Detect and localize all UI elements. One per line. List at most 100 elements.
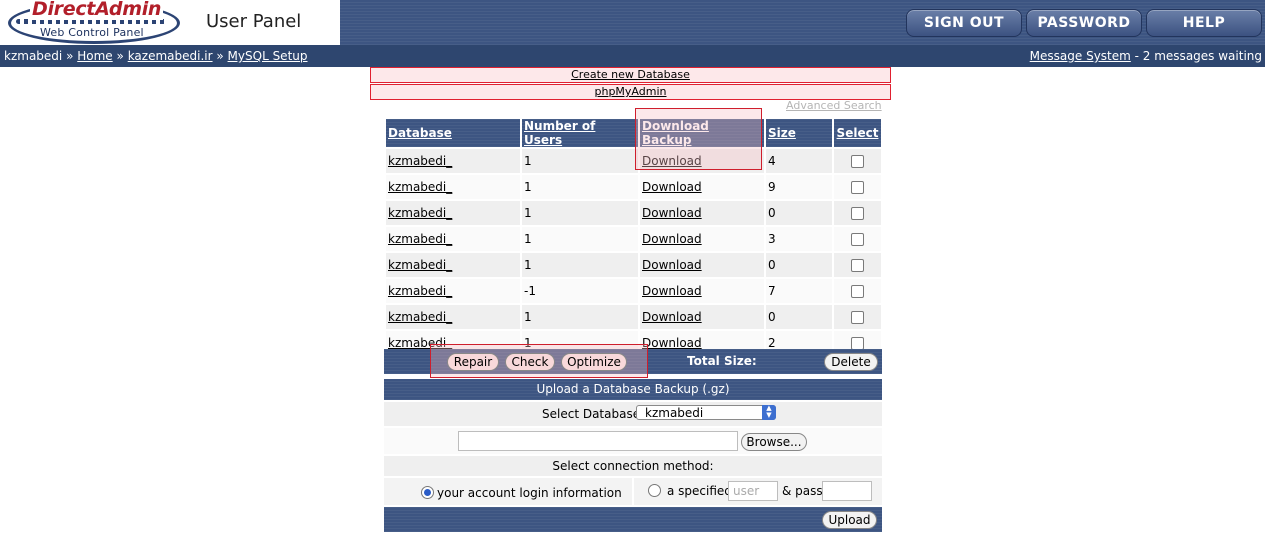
specified-pass-input[interactable]: [822, 481, 872, 501]
col-users: Number of Users: [522, 119, 638, 147]
download-link[interactable]: Download: [642, 310, 702, 324]
password-button[interactable]: PASSWORD: [1026, 9, 1142, 37]
user-count: 1: [522, 305, 638, 329]
table-row: kzmabedi_ 1 Download 0: [386, 253, 881, 277]
table-header-row: Database Number of Users Download Backup…: [386, 119, 881, 147]
database-link[interactable]: kzmabedi_: [388, 180, 452, 194]
table-row: kzmabedi_ 1 Download 0: [386, 201, 881, 225]
breadcrumb-separator: »: [66, 49, 74, 63]
phpmyadmin-row: phpMyAdmin: [370, 84, 891, 100]
download-link[interactable]: Download: [642, 232, 702, 246]
database-select[interactable]: kzmabedi ▲ ▼: [636, 405, 776, 420]
sort-database-link[interactable]: Database: [388, 126, 452, 140]
breadcrumb-user: kzmabedi: [4, 49, 63, 63]
account-login-radio[interactable]: [421, 486, 434, 499]
pass-label: & pass: [782, 484, 823, 498]
db-size: 4: [766, 149, 832, 173]
message-system-link[interactable]: Message System: [1030, 49, 1131, 63]
table-row: kzmabedi_ -1 Download 7: [386, 279, 881, 303]
download-link[interactable]: Download: [642, 336, 702, 350]
user-count: 1: [522, 201, 638, 225]
logo[interactable]: DirectAdmin Web Control Panel User Panel: [0, 0, 340, 45]
repair-button[interactable]: Repair: [447, 353, 499, 371]
breadcrumb-mysql-link[interactable]: MySQL Setup: [228, 49, 308, 63]
help-button[interactable]: HELP: [1146, 9, 1262, 37]
breadcrumb-separator: »: [216, 49, 224, 63]
download-link[interactable]: Download: [642, 284, 702, 298]
advanced-search-link[interactable]: Advanced Search: [786, 99, 882, 112]
database-link[interactable]: kzmabedi_: [388, 284, 452, 298]
connection-method-row: Select connection method:: [384, 456, 882, 476]
create-database-row: Create new Database: [370, 67, 891, 83]
db-size: 7: [766, 279, 832, 303]
select-checkbox[interactable]: [851, 259, 864, 272]
download-link[interactable]: Download: [642, 206, 702, 220]
download-link[interactable]: Download: [642, 180, 702, 194]
specified-user-input[interactable]: user: [728, 481, 778, 501]
db-size: 9: [766, 175, 832, 199]
sign-out-button[interactable]: SIGN OUT: [906, 9, 1022, 37]
panel-title: User Panel: [206, 11, 302, 32]
breadcrumb-domain-link[interactable]: kazemabedi.ir: [128, 49, 213, 63]
database-link[interactable]: kzmabedi_: [388, 154, 452, 168]
create-database-link[interactable]: Create new Database: [571, 68, 690, 81]
col-size: Size: [766, 119, 832, 147]
database-link[interactable]: kzmabedi_: [388, 258, 452, 272]
user-count: 1: [522, 253, 638, 277]
specified-login-label: a specified: [667, 484, 732, 498]
download-link[interactable]: Download: [642, 258, 702, 272]
select-arrows-icon: ▲ ▼: [762, 405, 776, 420]
connection-method-label: Select connection method:: [552, 459, 714, 473]
messages-waiting-text: - 2 messages waiting: [1130, 49, 1262, 63]
check-button[interactable]: Check: [505, 353, 555, 371]
total-size-label: Total Size:: [687, 354, 757, 368]
optimize-button[interactable]: Optimize: [561, 353, 627, 371]
breadcrumb: kzmabedi » Home » kazemabedi.ir » MySQL …: [4, 45, 308, 67]
delete-button[interactable]: Delete: [824, 353, 878, 371]
backup-file-input[interactable]: [458, 431, 738, 451]
db-size: 0: [766, 305, 832, 329]
select-database-row: Select Database: [384, 402, 882, 426]
select-checkbox[interactable]: [851, 155, 864, 168]
col-select: Select: [834, 119, 881, 147]
breadcrumb-separator: »: [116, 49, 124, 63]
option-divider: [632, 478, 634, 505]
user-count: 1: [522, 227, 638, 251]
table-row: kzmabedi_ 1 Download 3: [386, 227, 881, 251]
db-size: 0: [766, 253, 832, 277]
upload-bar: [384, 507, 882, 532]
table-row: kzmabedi_ 1 Download 9: [386, 175, 881, 199]
select-checkbox[interactable]: [851, 207, 864, 220]
select-checkbox[interactable]: [851, 311, 864, 324]
sort-size-link[interactable]: Size: [768, 126, 796, 140]
selected-database: kzmabedi: [645, 406, 704, 420]
sort-users-link[interactable]: Number of Users: [524, 119, 595, 147]
upload-title-bar: Upload a Database Backup (.gz): [384, 379, 882, 400]
table-row: kzmabedi_ 1 Download 0: [386, 305, 881, 329]
logo-title: DirectAdmin: [30, 0, 164, 20]
specified-login-radio[interactable]: [648, 484, 661, 497]
select-all-link[interactable]: Select: [837, 126, 879, 140]
database-table: Database Number of Users Download Backup…: [384, 117, 883, 357]
breadcrumb-bar: kzmabedi » Home » kazemabedi.ir » MySQL …: [0, 45, 1265, 67]
logo-subtitle: Web Control Panel: [40, 26, 144, 39]
table-row: kzmabedi_ 1 Download 4: [386, 149, 881, 173]
browse-button[interactable]: Browse...: [741, 433, 807, 451]
download-highlight: [635, 108, 762, 170]
database-link[interactable]: kzmabedi_: [388, 206, 452, 220]
phpmyadmin-link[interactable]: phpMyAdmin: [595, 85, 667, 98]
col-database: Database: [386, 119, 520, 147]
select-checkbox[interactable]: [851, 285, 864, 298]
select-checkbox[interactable]: [851, 181, 864, 194]
user-count: 1: [522, 175, 638, 199]
database-link[interactable]: kzmabedi_: [388, 232, 452, 246]
user-count: 1: [522, 149, 638, 173]
db-size: 3: [766, 227, 832, 251]
account-login-label: your account login information: [437, 486, 622, 500]
breadcrumb-home-link[interactable]: Home: [77, 49, 112, 63]
database-link[interactable]: kzmabedi_: [388, 310, 452, 324]
select-database-label: Select Database: [542, 407, 641, 421]
upload-button[interactable]: Upload: [822, 511, 877, 529]
select-checkbox[interactable]: [851, 233, 864, 246]
header: DirectAdmin Web Control Panel User Panel…: [0, 0, 1265, 45]
